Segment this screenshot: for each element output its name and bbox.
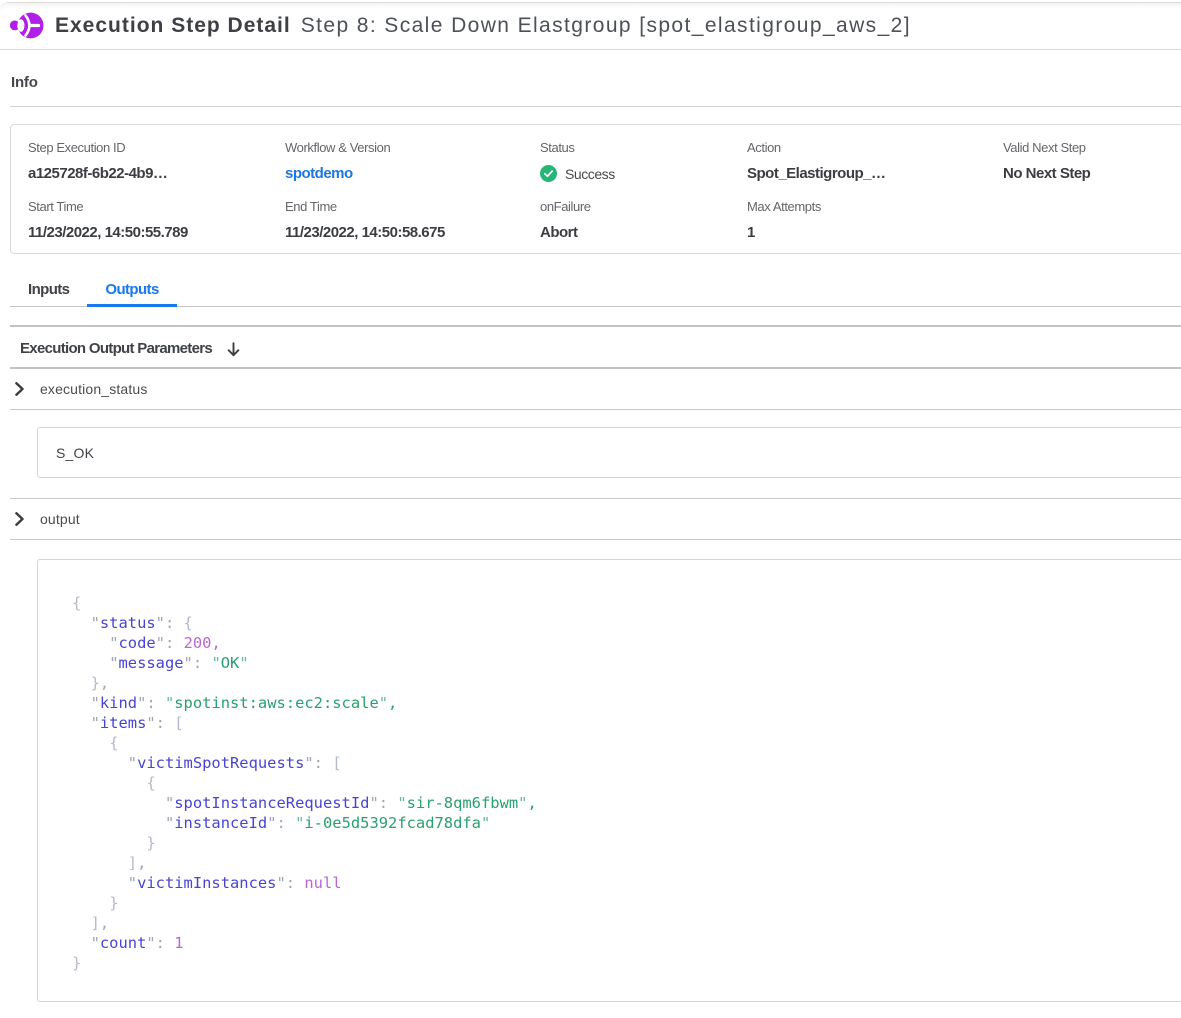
field-step-execution-id: Step Execution ID a125728f-6b22-4b9… [28, 141, 285, 182]
field-value: 1 [747, 225, 1003, 241]
field-status: Status Success [540, 141, 747, 182]
tab-outputs[interactable]: Outputs [87, 254, 176, 306]
execution-status-value-box: S_OK [37, 427, 1181, 478]
field-label: Valid Next Step [1003, 141, 1181, 154]
param-name: execution_status [40, 381, 147, 397]
field-label: Status [540, 141, 747, 154]
field-value: a125728f-6b22-4b9… [28, 166, 285, 182]
page-subtitle: Step 8: Scale Down Elastgroup [spot_elas… [301, 14, 911, 38]
status-text: Success [565, 166, 615, 182]
param-value-execution-status: S_OK [10, 427, 1181, 499]
field-valid-next-step: Valid Next Step No Next Step [1003, 141, 1181, 182]
field-action: Action Spot_Elastigroup_… [747, 141, 1003, 182]
status-badge: Success [540, 165, 747, 182]
chevron-right-icon [15, 512, 24, 526]
output-parameters-header: Execution Output Parameters [10, 327, 1181, 369]
field-value: Abort [540, 225, 747, 241]
field-label: Action [747, 141, 1003, 154]
tab-bar: Inputs Outputs [10, 254, 1181, 307]
info-section-header: Info [10, 50, 1181, 107]
info-section-label: Info [11, 76, 1181, 90]
output-json-code: { "status": { "code": 200, "message": "O… [72, 593, 1181, 973]
info-card: Step Execution ID a125728f-6b22-4b9… Wor… [10, 124, 1181, 254]
param-row-execution-status[interactable]: execution_status [10, 369, 1181, 410]
param-row-output[interactable]: output [10, 499, 1181, 540]
output-parameters-table: Execution Output Parameters execution_st… [10, 325, 1181, 1002]
workflow-link[interactable]: spotdemo [285, 165, 353, 182]
output-json-box: { "status": { "code": 200, "message": "O… [37, 559, 1181, 1002]
arrow-down-icon[interactable] [227, 342, 240, 357]
spot-logo-icon [9, 12, 44, 40]
page-title: Execution Step Detail [55, 14, 291, 38]
header: Execution Step Detail Step 8: Scale Down… [0, 3, 1181, 50]
field-onfailure: onFailure Abort [540, 200, 747, 241]
field-label: End Time [285, 200, 540, 213]
check-circle-icon [540, 165, 557, 182]
tab-inputs[interactable]: Inputs [10, 254, 87, 306]
field-label: Step Execution ID [28, 141, 285, 154]
param-name: output [40, 511, 80, 527]
field-value: No Next Step [1003, 166, 1181, 182]
field-end-time: End Time 11/23/2022, 14:50:58.675 [285, 200, 540, 241]
param-value-output: { "status": { "code": 200, "message": "O… [10, 540, 1181, 1002]
chevron-right-icon [15, 382, 24, 396]
field-start-time: Start Time 11/23/2022, 14:50:55.789 [28, 200, 285, 241]
field-value: 11/23/2022, 14:50:58.675 [285, 225, 540, 241]
field-label: Max Attempts [747, 200, 1003, 213]
field-label: Start Time [28, 200, 285, 213]
field-value: 11/23/2022, 14:50:55.789 [28, 225, 285, 241]
field-label: onFailure [540, 200, 747, 213]
output-parameters-title: Execution Output Parameters [20, 341, 212, 357]
execution-step-detail-panel: Execution Step Detail Step 8: Scale Down… [0, 2, 1181, 1018]
field-workflow-version: Workflow & Version spotdemo [285, 141, 540, 182]
field-label: Workflow & Version [285, 141, 540, 154]
field-max-attempts: Max Attempts 1 [747, 200, 1003, 241]
field-value: Spot_Elastigroup_… [747, 166, 1003, 182]
